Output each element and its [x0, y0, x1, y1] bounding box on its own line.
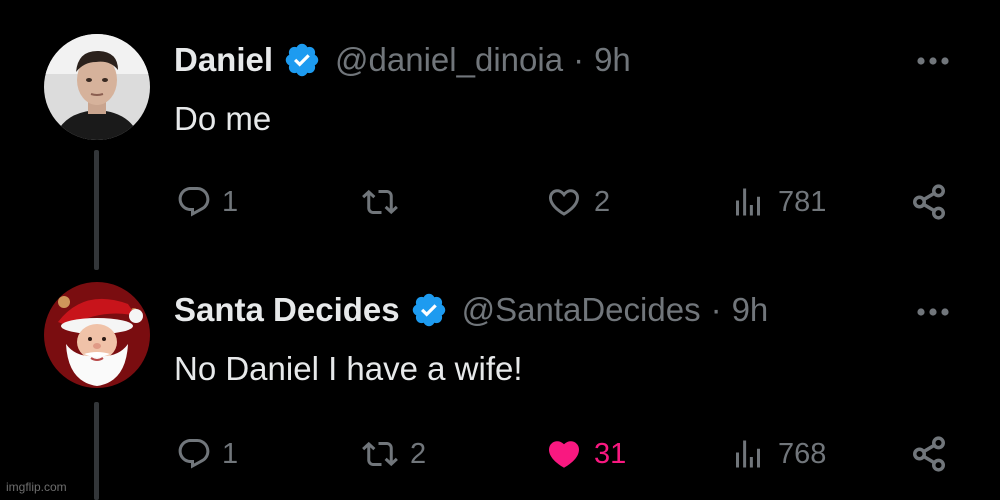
retweet-icon	[362, 441, 398, 467]
reply-button[interactable]: 1	[176, 182, 238, 222]
separator-dot: ·	[710, 291, 722, 328]
tweet-actions: 1 2 781	[0, 182, 1000, 222]
more-options-icon[interactable]	[916, 56, 950, 66]
timestamp[interactable]: 9h	[732, 291, 769, 329]
views-button[interactable]: 768	[728, 434, 826, 474]
reply-count: 1	[222, 437, 239, 470]
timestamp[interactable]: 9h	[594, 41, 631, 79]
tweet-header: Santa Decides @SantaDecides · 9h	[174, 290, 768, 330]
retweet-icon	[362, 189, 398, 215]
tweet-daniel: Daniel @daniel_dinoia · 9h Do me 1 2 781	[0, 0, 1000, 270]
retweet-count: 2	[410, 437, 427, 470]
display-name[interactable]: Daniel	[174, 41, 273, 79]
reply-icon	[178, 187, 210, 217]
like-button[interactable]: 31	[544, 434, 626, 474]
separator-dot: ·	[573, 41, 585, 78]
avatar-santa[interactable]	[44, 282, 150, 388]
share-button[interactable]	[910, 434, 948, 474]
like-count: 2	[594, 185, 611, 218]
view-count: 781	[778, 185, 827, 218]
view-count: 768	[778, 437, 827, 470]
watermark: imgflip.com	[6, 480, 67, 494]
heart-outline-icon	[548, 189, 580, 216]
avatar-daniel[interactable]	[44, 34, 150, 140]
tweet-header: Daniel @daniel_dinoia · 9h	[174, 40, 631, 80]
like-button[interactable]: 2	[544, 182, 610, 222]
tweet-text: No Daniel I have a wife!	[174, 350, 523, 387]
views-button[interactable]: 781	[728, 182, 826, 222]
verified-badge-icon	[412, 293, 445, 327]
like-count: 31	[594, 437, 627, 470]
share-icon	[913, 436, 945, 472]
views-chart-icon	[736, 188, 760, 216]
handle[interactable]: @daniel_dinoia	[335, 41, 563, 79]
share-button[interactable]	[910, 182, 948, 222]
reply-count: 1	[222, 185, 239, 218]
verified-badge-icon	[285, 43, 319, 77]
handle[interactable]: @SantaDecides	[462, 291, 701, 329]
heart-filled-icon	[548, 441, 580, 468]
more-options-icon[interactable]	[916, 307, 950, 317]
retweet-button[interactable]	[360, 182, 410, 222]
reply-icon	[178, 439, 210, 469]
retweet-button[interactable]: 2	[360, 434, 426, 474]
reply-button[interactable]: 1	[176, 434, 238, 474]
views-chart-icon	[736, 440, 760, 468]
tweet-text: Do me	[174, 100, 272, 137]
display-name[interactable]: Santa Decides	[174, 291, 400, 329]
tweet-actions: 1 2 31 768	[0, 434, 1000, 474]
share-icon	[913, 184, 945, 220]
tweet-santa: Santa Decides @SantaDecides · 9h No Dani…	[0, 270, 1000, 500]
